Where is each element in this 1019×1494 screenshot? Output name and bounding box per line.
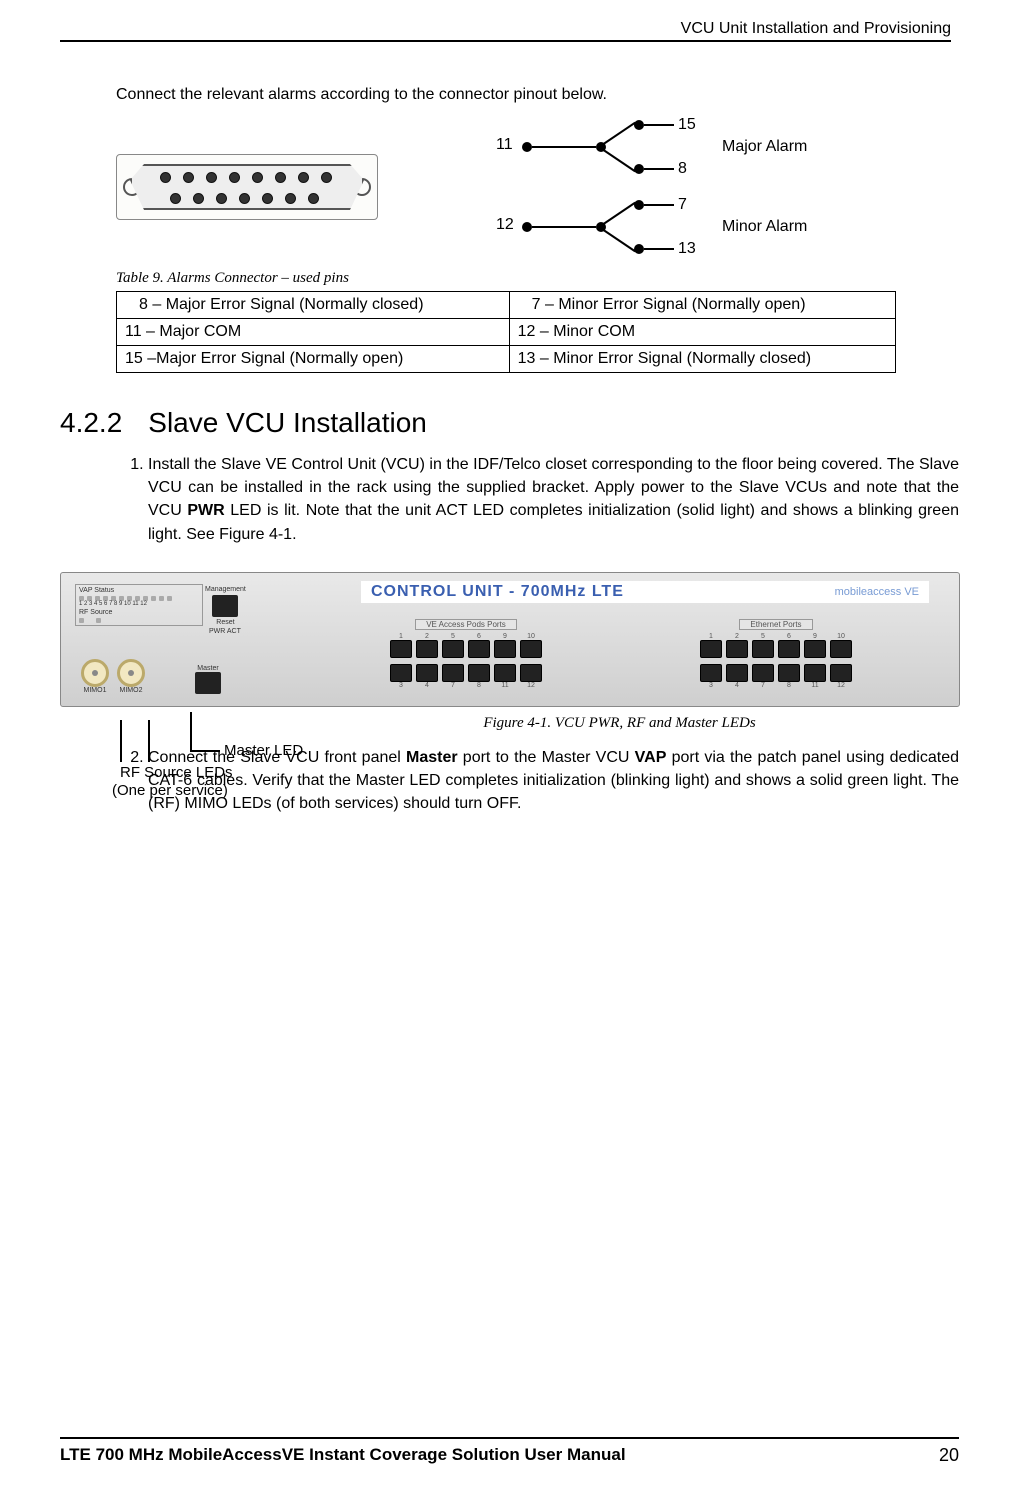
pin-12-label: 12 <box>496 216 514 234</box>
section-number: 4.2.2 <box>60 407 122 439</box>
table-cell: 8 – Major Error Signal (Normally closed) <box>117 292 510 319</box>
db15-connector-icon <box>116 154 378 220</box>
connector-diagram: 11 15 8 Major Alarm 12 7 13 <box>116 112 959 262</box>
section-title: Slave VCU Installation <box>148 407 427 439</box>
device-front-panel-image: VAP Status 1 2 3 4 5 6 7 8 9 10 11 12 RF… <box>60 572 960 707</box>
pin-wiring-diagram: 11 15 8 Major Alarm 12 7 13 <box>456 112 816 262</box>
pwr-act-label: PWR ACT <box>209 628 241 635</box>
figure-4-1: PWR LED VAP Status 1 2 3 4 5 6 7 8 9 10 … <box>60 572 959 732</box>
pin-11-label: 11 <box>496 136 513 154</box>
ethernet-port-block: Ethernet Ports 1256910 34781112 <box>631 611 921 698</box>
table-cell: 15 –Major Error Signal (Normally open) <box>117 346 510 373</box>
panel-title-strip: CONTROL UNIT - 700MHz LTE mobileaccess V… <box>361 581 929 603</box>
pin-13-label: 13 <box>678 240 696 258</box>
rf-source-ports: MIMO1 MIMO2 <box>81 659 145 694</box>
footer-title: LTE 700 MHz MobileAccessVE Instant Cover… <box>60 1445 626 1466</box>
access-port-block: VE Access Pods Ports 1256910 34781112 <box>321 611 611 698</box>
major-alarm-label: Major Alarm <box>722 138 807 156</box>
pin-15-label: 15 <box>678 116 696 134</box>
annot-master-led: Master LED <box>224 742 303 759</box>
table-cell: 11 – Major COM <box>117 319 510 346</box>
footer-rule <box>60 1437 959 1439</box>
page-header: VCU Unit Installation and Provisioning <box>60 20 959 46</box>
table-cell: 13 – Minor Error Signal (Normally closed… <box>509 346 895 373</box>
intro-text: Connect the relevant alarms according to… <box>116 86 959 104</box>
table-row: 8 – Major Error Signal (Normally closed)… <box>117 292 896 319</box>
master-port-block: Master <box>195 665 221 694</box>
table-row: 11 – Major COM 12 – Minor COM <box>117 319 896 346</box>
header-title: VCU Unit Installation and Provisioning <box>681 20 951 37</box>
vap-status-block: VAP Status 1 2 3 4 5 6 7 8 9 10 11 12 RF… <box>75 584 203 626</box>
figure-caption: Figure 4-1. VCU PWR, RF and Master LEDs <box>280 715 959 732</box>
page-number: 20 <box>939 1445 959 1466</box>
header-rule <box>60 40 951 42</box>
section-heading: 4.2.2 Slave VCU Installation <box>60 407 959 439</box>
table-cell: 7 – Minor Error Signal (Normally open) <box>509 292 895 319</box>
pin-8-label: 8 <box>678 160 687 178</box>
table-row: 15 –Major Error Signal (Normally open) 1… <box>117 346 896 373</box>
annot-rf-leds-2: (One per service) <box>112 782 228 799</box>
pin-7-label: 7 <box>678 196 687 214</box>
table-cell: 12 – Minor COM <box>509 319 895 346</box>
pins-table: 8 – Major Error Signal (Normally closed)… <box>116 291 896 373</box>
table-caption: Table 9. Alarms Connector – used pins <box>116 270 959 287</box>
mgmt-block: Management Reset <box>205 586 246 626</box>
page-footer: LTE 700 MHz MobileAccessVE Instant Cover… <box>60 1437 959 1466</box>
step-1: Install the Slave VE Control Unit (VCU) … <box>148 453 959 546</box>
minor-alarm-label: Minor Alarm <box>722 218 807 236</box>
annot-rf-leds-1: RF Source LEDs <box>120 764 233 781</box>
